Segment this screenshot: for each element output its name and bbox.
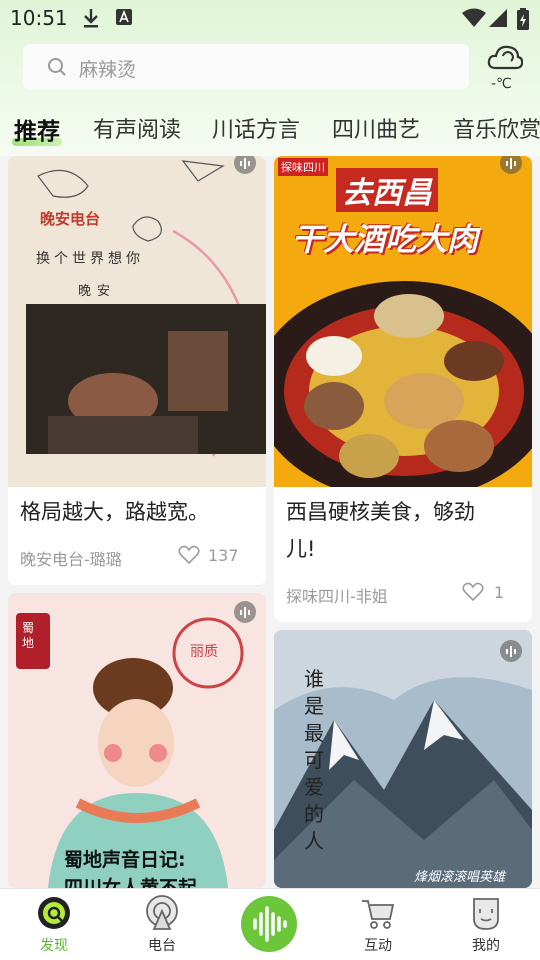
cloud-icon — [487, 45, 523, 70]
cover-caption: 烽烟滚滚唱英雄 — [414, 870, 506, 885]
like-count: 137 — [208, 546, 239, 565]
card-cover-image: 蜀地 丽质 蜀地声音日记: 四川女人黄不起 — [8, 593, 266, 888]
feed-card-xichang-food[interactable]: 探味四川 去西昌 干大酒吃大肉 西昌硬核美食，够劲 儿! 探味四川-非姐 1 — [274, 156, 532, 622]
goodnight-illustration — [8, 156, 266, 487]
cover-title: 蜀地声音日记: — [64, 849, 186, 871]
cover-vertical-title: 谁是最可爱的人 — [304, 667, 324, 853]
tang-lady-illustration — [8, 593, 266, 888]
card-cover-image: 谁是最可爱的人 烽烟滚滚唱英雄 — [274, 630, 532, 888]
card-author[interactable]: 晚安电台-璐璐 — [20, 546, 122, 570]
nav-interact[interactable]: 互动 — [333, 889, 423, 960]
wifi-icon — [462, 8, 486, 27]
audio-badge-icon — [500, 156, 522, 174]
nav-radio[interactable]: 电台 — [117, 889, 207, 960]
tab-audiobooks[interactable]: 有声阅读 — [93, 112, 181, 144]
card-title: 格局越大，路越宽。 — [20, 500, 209, 524]
category-tabs: 推荐 有声阅读 川话方言 四川曲艺 音乐欣赏 — [0, 108, 540, 150]
play-center-button[interactable] — [241, 896, 297, 952]
weather-button[interactable]: -℃ — [485, 40, 525, 96]
cover-stamp: 蜀地 — [22, 621, 35, 650]
battery-icon — [517, 8, 529, 30]
feed-card-goodnight[interactable]: 晚安电台 换个世界想你 晚安 格局越大，路越宽。 晚安电台-璐璐 137 — [8, 156, 266, 585]
tab-sichuan-opera[interactable]: 四川曲艺 — [332, 112, 420, 144]
tab-sichuan-dialect[interactable]: 川话方言 — [212, 112, 300, 144]
cover-stamp: 探味四川 — [278, 158, 328, 176]
profile-icon — [473, 898, 499, 930]
feed-card-shu-diary[interactable]: 蜀地 丽质 蜀地声音日记: 四川女人黄不起 — [8, 593, 266, 888]
card-title-line-2: 儿! — [286, 537, 316, 561]
radio-icon — [146, 895, 178, 930]
heart-icon[interactable] — [462, 582, 484, 602]
cover-subtitle: 四川女人黄不起 — [64, 877, 198, 888]
cover-subtitle: 换个世界想你 — [36, 251, 144, 267]
cover-title: 晚安电台 — [40, 210, 101, 228]
download-icon — [84, 9, 98, 28]
nav-profile-label: 我的 — [472, 938, 500, 954]
card-author[interactable]: 探味四川-非姐 — [286, 583, 388, 607]
card-cover-image: 探味四川 去西昌 干大酒吃大肉 — [274, 156, 532, 487]
feed-card-mountain[interactable]: 谁是最可爱的人 烽烟滚滚唱英雄 — [274, 630, 532, 888]
tab-music[interactable]: 音乐欣赏 — [453, 112, 540, 144]
cover-subtitle: 干大酒吃大肉 — [292, 222, 478, 258]
soundwave-icon — [253, 906, 287, 942]
nav-profile[interactable]: 我的 — [441, 889, 531, 960]
nav-discover[interactable]: 发现 — [9, 889, 99, 960]
card-title-line-1: 西昌硬核美食，够劲 — [286, 500, 475, 524]
cover-subtitle-2: 晚安 — [78, 284, 117, 299]
cover-seal: 丽质 — [190, 644, 218, 660]
card-cover-image: 晚安电台 换个世界想你 晚安 — [8, 156, 266, 487]
heart-icon[interactable] — [178, 545, 200, 565]
search-input[interactable]: 麻辣烫 — [23, 44, 469, 89]
app-notification-icon — [116, 9, 132, 25]
audio-badge-icon — [500, 640, 522, 662]
status-bar: 10:51 — [0, 0, 540, 36]
status-time: 10:51 — [10, 6, 68, 30]
tab-recommend[interactable]: 推荐 — [14, 112, 60, 146]
nav-interact-label: 互动 — [364, 938, 392, 954]
signal-icon — [489, 9, 507, 27]
nav-discover-label: 发现 — [40, 938, 68, 954]
weather-temperature: -℃ — [491, 76, 512, 92]
audio-badge-icon — [234, 156, 256, 174]
like-count: 1 — [494, 583, 505, 602]
cover-title: 去西昌 — [336, 168, 438, 212]
discover-icon — [38, 897, 70, 929]
search-placeholder: 麻辣烫 — [79, 59, 137, 81]
audio-badge-icon — [234, 601, 256, 623]
cart-icon — [362, 900, 395, 929]
search-icon — [48, 58, 66, 76]
nav-radio-label: 电台 — [148, 938, 176, 954]
